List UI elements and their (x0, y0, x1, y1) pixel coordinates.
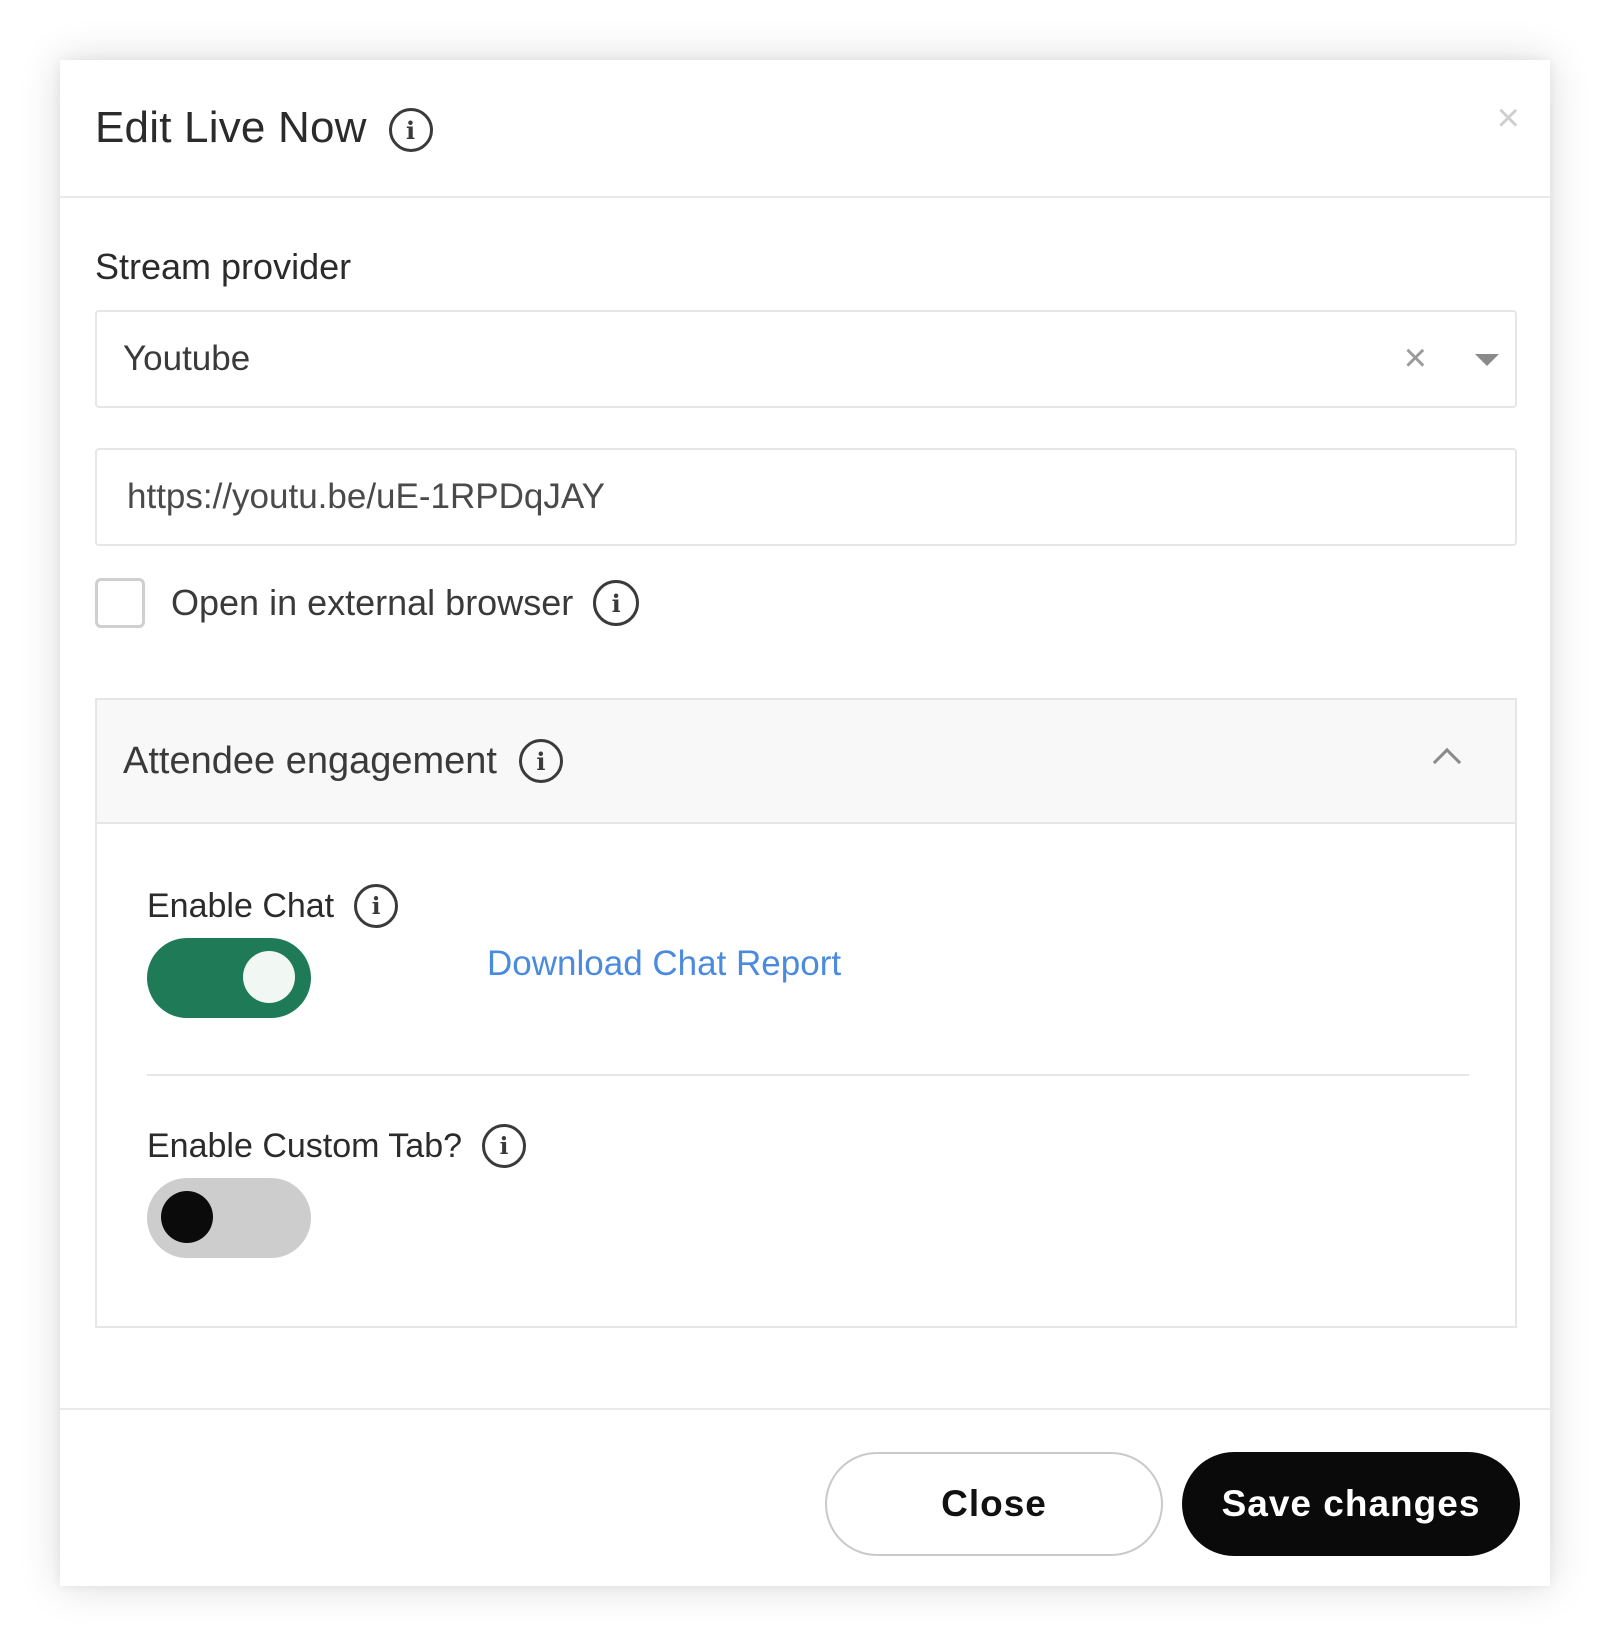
attendee-engagement-body: Enable Chat i Download Chat Report Enabl… (97, 824, 1515, 1328)
toggle-knob (243, 951, 295, 1003)
dialog-close-icon[interactable]: × (1497, 98, 1520, 138)
enable-chat-info-icon[interactable]: i (354, 884, 399, 928)
dialog-title: Edit Live Now (95, 103, 367, 152)
title-info-icon[interactable]: i (388, 108, 433, 152)
enable-chat-toggle[interactable] (147, 938, 311, 1018)
dialog-body: Stream provider Youtube × Open in extern… (60, 198, 1550, 1408)
dialog-footer: Close Save changes (60, 1408, 1550, 1586)
attendee-engagement-info-icon[interactable]: i (518, 739, 563, 783)
save-changes-button[interactable]: Save changes (1182, 1452, 1520, 1556)
chevron-up-icon[interactable] (1432, 747, 1462, 777)
close-button[interactable]: Close (825, 1452, 1163, 1556)
enable-chat-label: Enable Chat (147, 886, 335, 925)
stream-url-input[interactable] (95, 448, 1517, 546)
external-browser-info-icon[interactable]: i (593, 580, 640, 626)
stream-provider-value: Youtube (123, 339, 251, 378)
caret-down-icon[interactable] (1475, 354, 1499, 366)
enable-custom-tab-label: Enable Custom Tab? (147, 1126, 463, 1165)
enable-chat-row: Enable Chat i (147, 884, 399, 928)
edit-live-now-dialog: Edit Live Now i × Stream provider Youtub… (60, 60, 1550, 1586)
external-browser-label: Open in external browser (171, 582, 574, 623)
toggle-knob (161, 1191, 213, 1243)
enable-custom-tab-row: Enable Custom Tab? i (147, 1124, 527, 1168)
attendee-engagement-title: Attendee engagement (123, 739, 497, 782)
attendee-engagement-header[interactable]: Attendee engagement i (97, 700, 1515, 824)
section-divider (147, 1074, 1469, 1076)
dialog-header: Edit Live Now i × (60, 60, 1550, 198)
external-browser-checkbox[interactable] (95, 578, 145, 628)
enable-custom-tab-toggle[interactable] (147, 1178, 311, 1258)
clear-icon[interactable]: × (1404, 338, 1427, 378)
download-chat-report-link[interactable]: Download Chat Report (487, 944, 841, 984)
external-browser-row: Open in external browser i (95, 578, 640, 628)
stream-provider-label: Stream provider (95, 246, 352, 287)
attendee-engagement-section: Attendee engagement i Enable Chat i Down… (95, 698, 1517, 1328)
stream-provider-select[interactable]: Youtube × (95, 310, 1517, 408)
enable-custom-tab-info-icon[interactable]: i (482, 1124, 527, 1168)
